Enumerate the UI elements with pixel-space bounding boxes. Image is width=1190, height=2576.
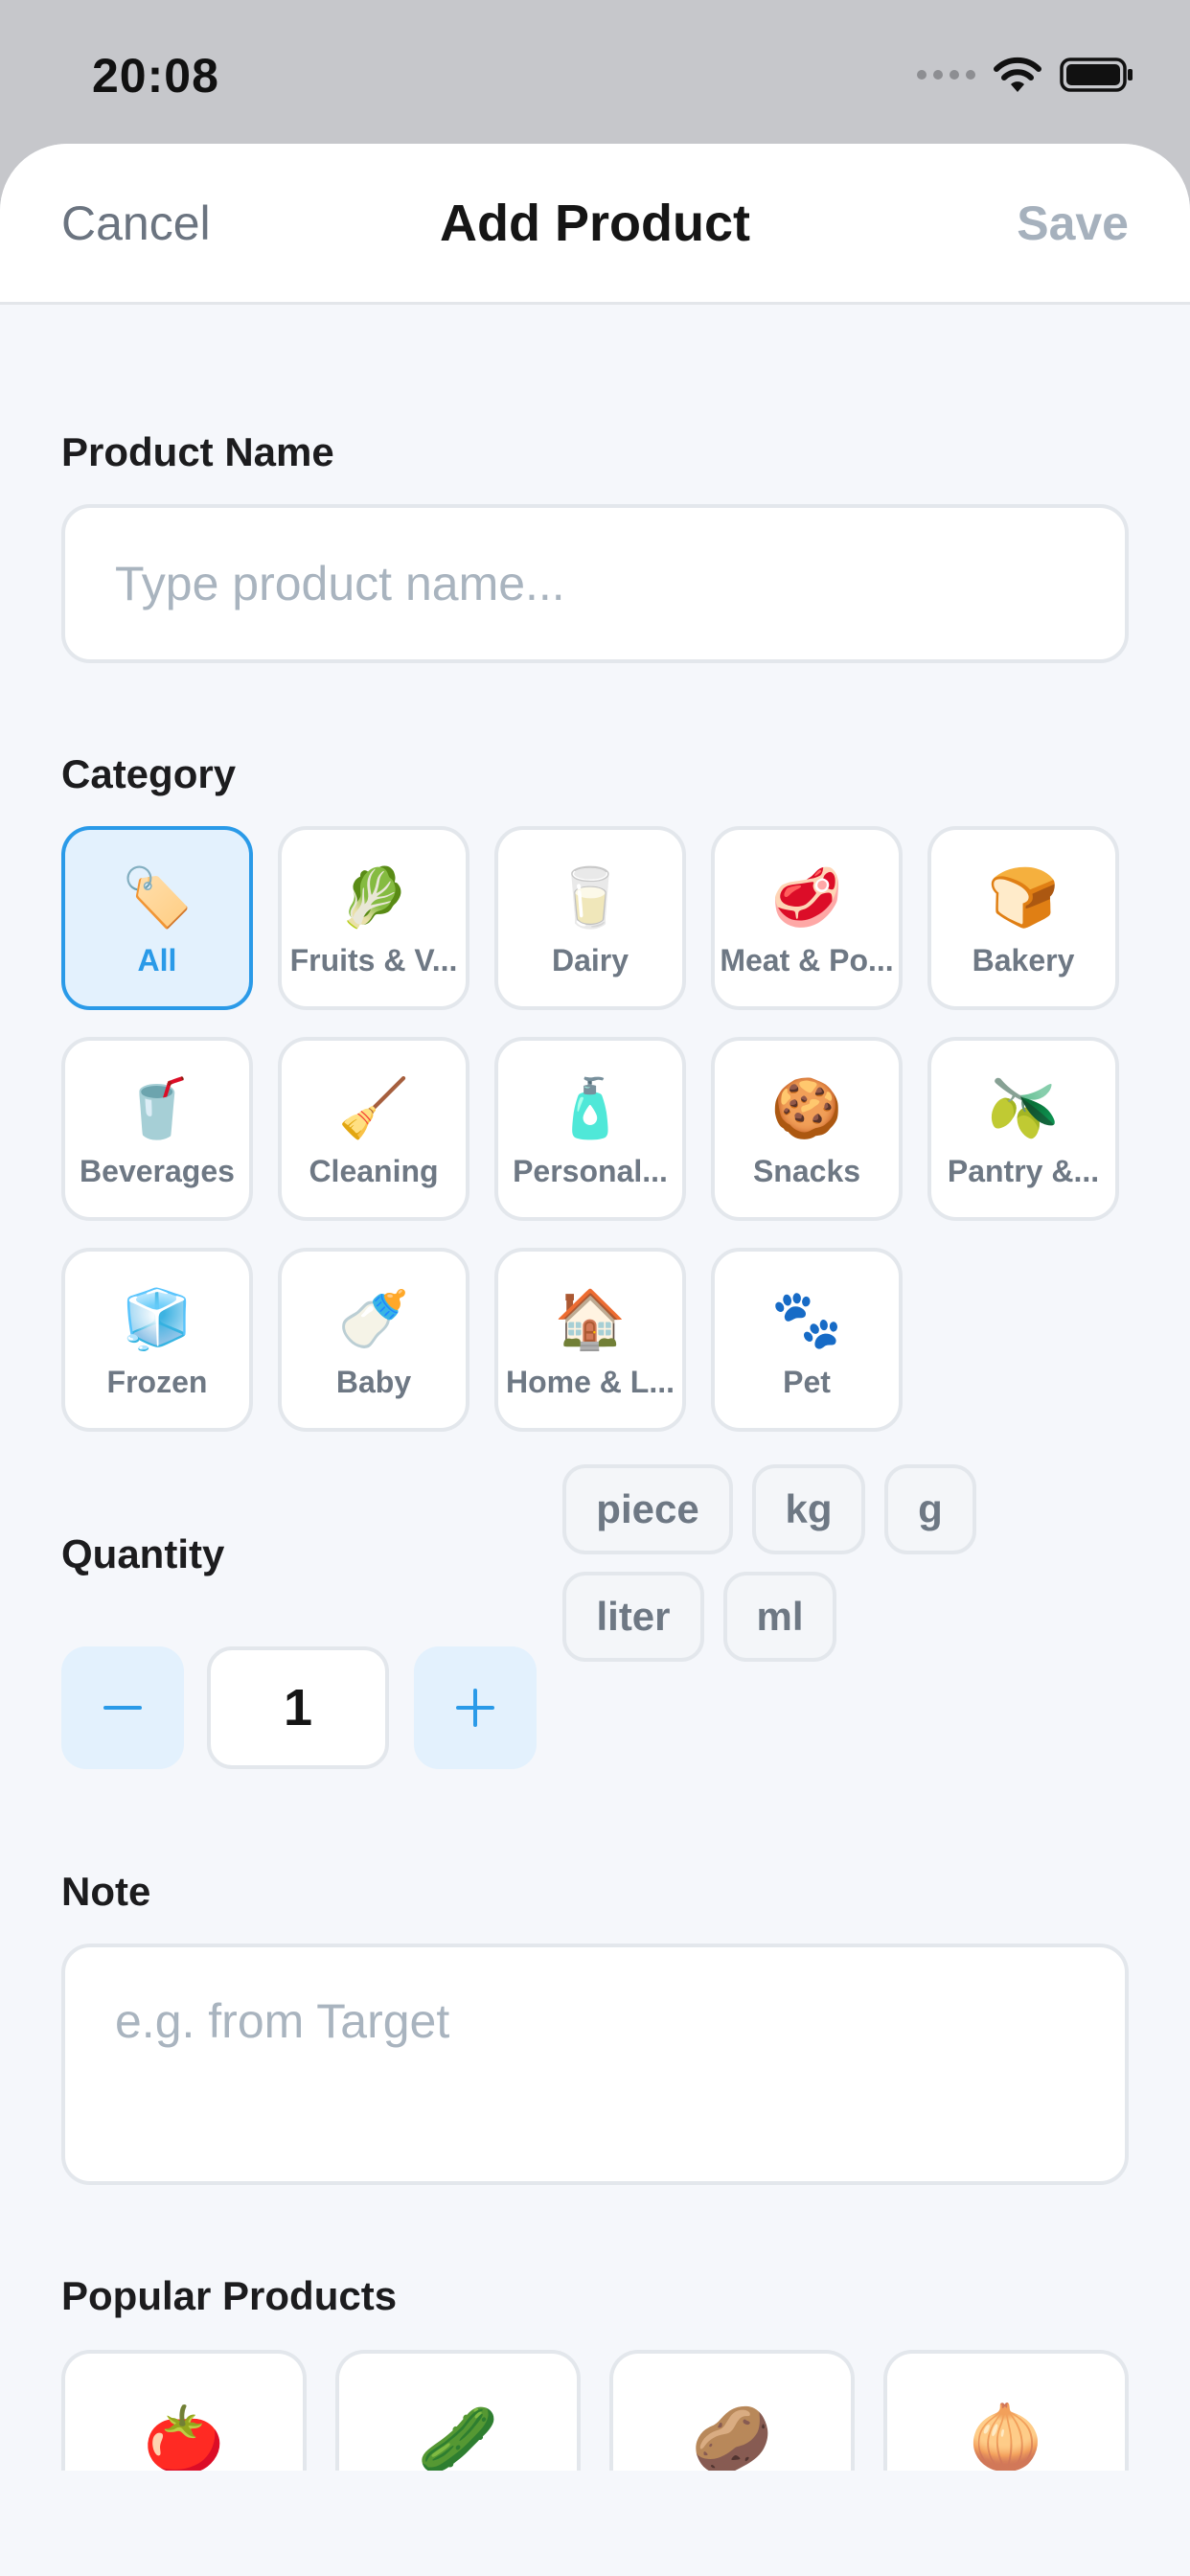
battery-icon	[1060, 58, 1133, 92]
category-icon: 🏷️	[121, 864, 194, 932]
category-label-text: Pantry &...	[947, 1154, 1100, 1188]
category-tile[interactable]: 🥬 Fruits & V...	[278, 826, 469, 1010]
quantity-label: Quantity	[61, 1531, 225, 1576]
category-tile[interactable]: 🏠 Home & L...	[494, 1248, 686, 1432]
status-bar: 20:08	[0, 0, 1190, 144]
save-button[interactable]: Save	[1017, 196, 1129, 251]
category-icon: 🧹	[337, 1075, 410, 1142]
category-label-text: Dairy	[551, 943, 629, 978]
category-label-text: Pet	[783, 1365, 831, 1399]
category-label-text: Home & L...	[505, 1365, 675, 1399]
category-label-text: Personal...	[513, 1154, 668, 1188]
category-tile[interactable]: 🍞 Bakery	[927, 826, 1119, 1010]
popular-products-label: Popular Products	[61, 2273, 398, 2318]
unit-chip-g[interactable]: g	[884, 1464, 976, 1554]
category-icon: 🥩	[770, 864, 843, 932]
nav-bar: Cancel Add Product Save	[0, 144, 1190, 305]
decrement-button[interactable]	[61, 1646, 184, 1769]
category-label: Category	[61, 751, 237, 796]
category-label-text: Cleaning	[309, 1154, 439, 1188]
add-product-sheet: Cancel Add Product Save Product Name Cat…	[0, 144, 1190, 2576]
category-label-text: Fruits & V...	[289, 943, 458, 978]
category-icon: 🥬	[337, 864, 410, 932]
category-icon: 🍞	[987, 864, 1060, 932]
category-icon: 🧴	[554, 1075, 627, 1142]
increment-button[interactable]	[414, 1646, 537, 1769]
signal-icon	[917, 70, 975, 80]
product-name-label: Product Name	[61, 429, 334, 474]
category-label-text: All	[137, 943, 177, 978]
unit-chip-kg[interactable]: kg	[752, 1464, 865, 1554]
category-icon: 🍼	[337, 1286, 410, 1353]
category-icon: 🧊	[121, 1286, 194, 1353]
minus-icon	[103, 1706, 142, 1710]
category-tile[interactable]: 🧊 Frozen	[61, 1248, 253, 1432]
category-tile[interactable]: 🍪 Snacks	[711, 1037, 903, 1221]
page-title: Add Product	[440, 195, 750, 252]
status-time: 20:08	[92, 49, 219, 103]
unit-chip-piece[interactable]: piece	[562, 1464, 733, 1554]
category-label-text: Beverages	[80, 1154, 235, 1188]
category-label-text: Snacks	[752, 1154, 861, 1188]
category-label-text: Meat & Po...	[720, 943, 894, 978]
category-tile[interactable]: 🧴 Personal...	[494, 1037, 686, 1221]
quantity-input[interactable]	[207, 1646, 389, 1769]
plus-icon	[456, 1689, 494, 1727]
category-tile[interactable]: 🐾 Pet	[711, 1248, 903, 1432]
unit-chip-liter[interactable]: liter	[562, 1572, 704, 1662]
category-icon: 🥛	[554, 864, 627, 932]
category-label-text: Frozen	[106, 1365, 208, 1399]
category-icon: 🥤	[121, 1075, 194, 1142]
category-tile[interactable]: 🫒 Pantry &...	[927, 1037, 1119, 1221]
category-icon: 🏠	[554, 1286, 627, 1353]
category-label-text: Baby	[335, 1365, 412, 1399]
note-input[interactable]	[61, 1944, 1129, 2185]
category-icon: 🫒	[987, 1075, 1060, 1142]
status-icons	[917, 54, 1134, 96]
unit-chip-ml[interactable]: ml	[723, 1572, 836, 1662]
category-label-text: Bakery	[972, 943, 1075, 978]
product-name-input[interactable]	[61, 504, 1129, 663]
category-tile[interactable]: 🏷️ All	[61, 826, 253, 1010]
category-tile[interactable]: 🍼 Baby	[278, 1248, 469, 1432]
category-icon: 🐾	[770, 1286, 843, 1353]
wifi-icon	[994, 57, 1041, 92]
category-tile[interactable]: 🧹 Cleaning	[278, 1037, 469, 1221]
category-tile[interactable]: 🥛 Dairy	[494, 826, 686, 1010]
note-label: Note	[61, 1869, 151, 1914]
category-tile[interactable]: 🥤 Beverages	[61, 1037, 253, 1221]
bottom-fade	[0, 2471, 1190, 2576]
category-icon: 🍪	[770, 1075, 843, 1142]
category-tile[interactable]: 🥩 Meat & Po...	[711, 826, 903, 1010]
